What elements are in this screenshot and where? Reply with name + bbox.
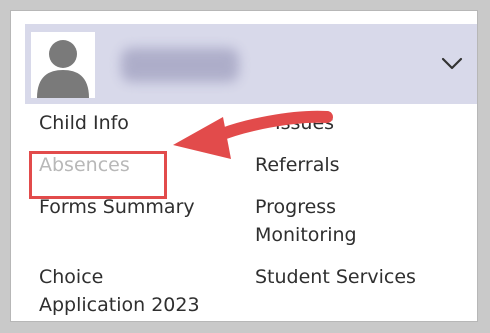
menu-item-student-services[interactable]: Student Services (255, 263, 416, 291)
user-avatar-icon (31, 32, 95, 98)
navigation-menu-panel: Child Info Absences Forms Summary Choice… (10, 10, 478, 322)
pointer-arrow (173, 103, 343, 173)
menu-item-choice-application-line1[interactable]: Choice (39, 263, 103, 291)
menu-item-progress-monitoring-line1[interactable]: Progress (255, 193, 336, 221)
blurred-user-name (121, 48, 239, 82)
chevron-down-icon[interactable] (441, 56, 463, 72)
menu-item-child-info[interactable]: Child Info (39, 109, 129, 137)
menu-item-choice-application-line2[interactable]: Application 2023 (39, 291, 200, 319)
menu-item-progress-monitoring-line2[interactable]: Monitoring (255, 221, 357, 249)
highlight-box (29, 151, 167, 199)
menu-header[interactable] (25, 24, 477, 104)
